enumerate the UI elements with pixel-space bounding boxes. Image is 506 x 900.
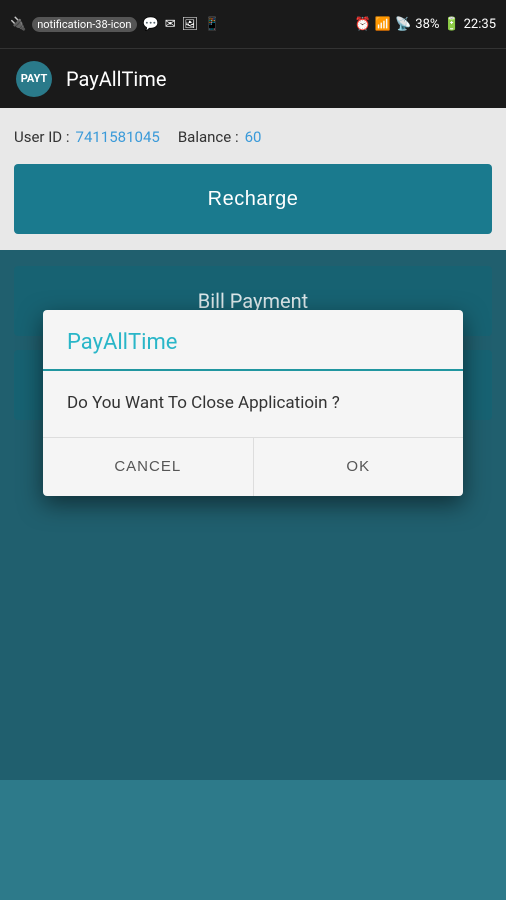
status-left-icons: 🔌 notification-38-icon 💬 ✉ 🖼 📱 — [10, 17, 220, 32]
dialog-overlay: PayAllTime Do You Want To Close Applicat… — [0, 250, 506, 780]
app-bar: PAYT PayAllTime — [0, 48, 506, 108]
image-icon: 🖼 — [182, 17, 199, 32]
clock: 22:35 — [464, 17, 496, 32]
recharge-button[interactable]: Recharge — [14, 164, 492, 234]
wifi-icon: 📶 — [375, 17, 391, 32]
app-logo: PAYT — [16, 61, 52, 97]
balance-value: 60 — [245, 128, 262, 146]
dialog-actions: CANCEL OK — [43, 437, 463, 496]
ok-button[interactable]: OK — [254, 438, 464, 496]
background-area: Bill Payment PayAllTime Do You Want To C… — [0, 250, 506, 780]
whatsapp-icon: 📱 — [204, 17, 220, 32]
dialog-title: PayAllTime — [67, 330, 177, 355]
dialog-body: Do You Want To Close Applicatioin ? — [43, 371, 463, 437]
logo-text: PAYT — [21, 72, 48, 85]
battery-icon: 🔋 — [443, 17, 459, 32]
signal-icon: 📡 — [395, 17, 411, 32]
sms-icon: 💬 — [143, 17, 159, 32]
status-bar: 🔌 notification-38-icon 💬 ✉ 🖼 📱 ⏰ 📶 📡 38%… — [0, 0, 506, 48]
dialog-message: Do You Want To Close Applicatioin ? — [67, 393, 340, 413]
main-content-area: User ID : 7411581045 Balance : 60 Rechar… — [0, 108, 506, 250]
notification-badge: notification-38-icon — [32, 17, 136, 32]
user-id-value: 7411581045 — [76, 128, 160, 146]
user-info-row: User ID : 7411581045 Balance : 60 — [14, 124, 492, 150]
cancel-button[interactable]: CANCEL — [43, 438, 254, 496]
alarm-icon: ⏰ — [355, 17, 371, 32]
user-id-label: User ID : — [14, 128, 70, 146]
balance-label: Balance : — [178, 128, 239, 146]
status-right-icons: ⏰ 📶 📡 38% 🔋 22:35 — [355, 17, 496, 32]
battery-percent: 38% — [415, 17, 439, 32]
usb-icon: 🔌 — [10, 17, 26, 32]
confirmation-dialog: PayAllTime Do You Want To Close Applicat… — [43, 310, 463, 496]
mail-icon: ✉ — [165, 17, 176, 32]
dialog-header: PayAllTime — [43, 310, 463, 371]
app-title: PayAllTime — [66, 67, 166, 91]
